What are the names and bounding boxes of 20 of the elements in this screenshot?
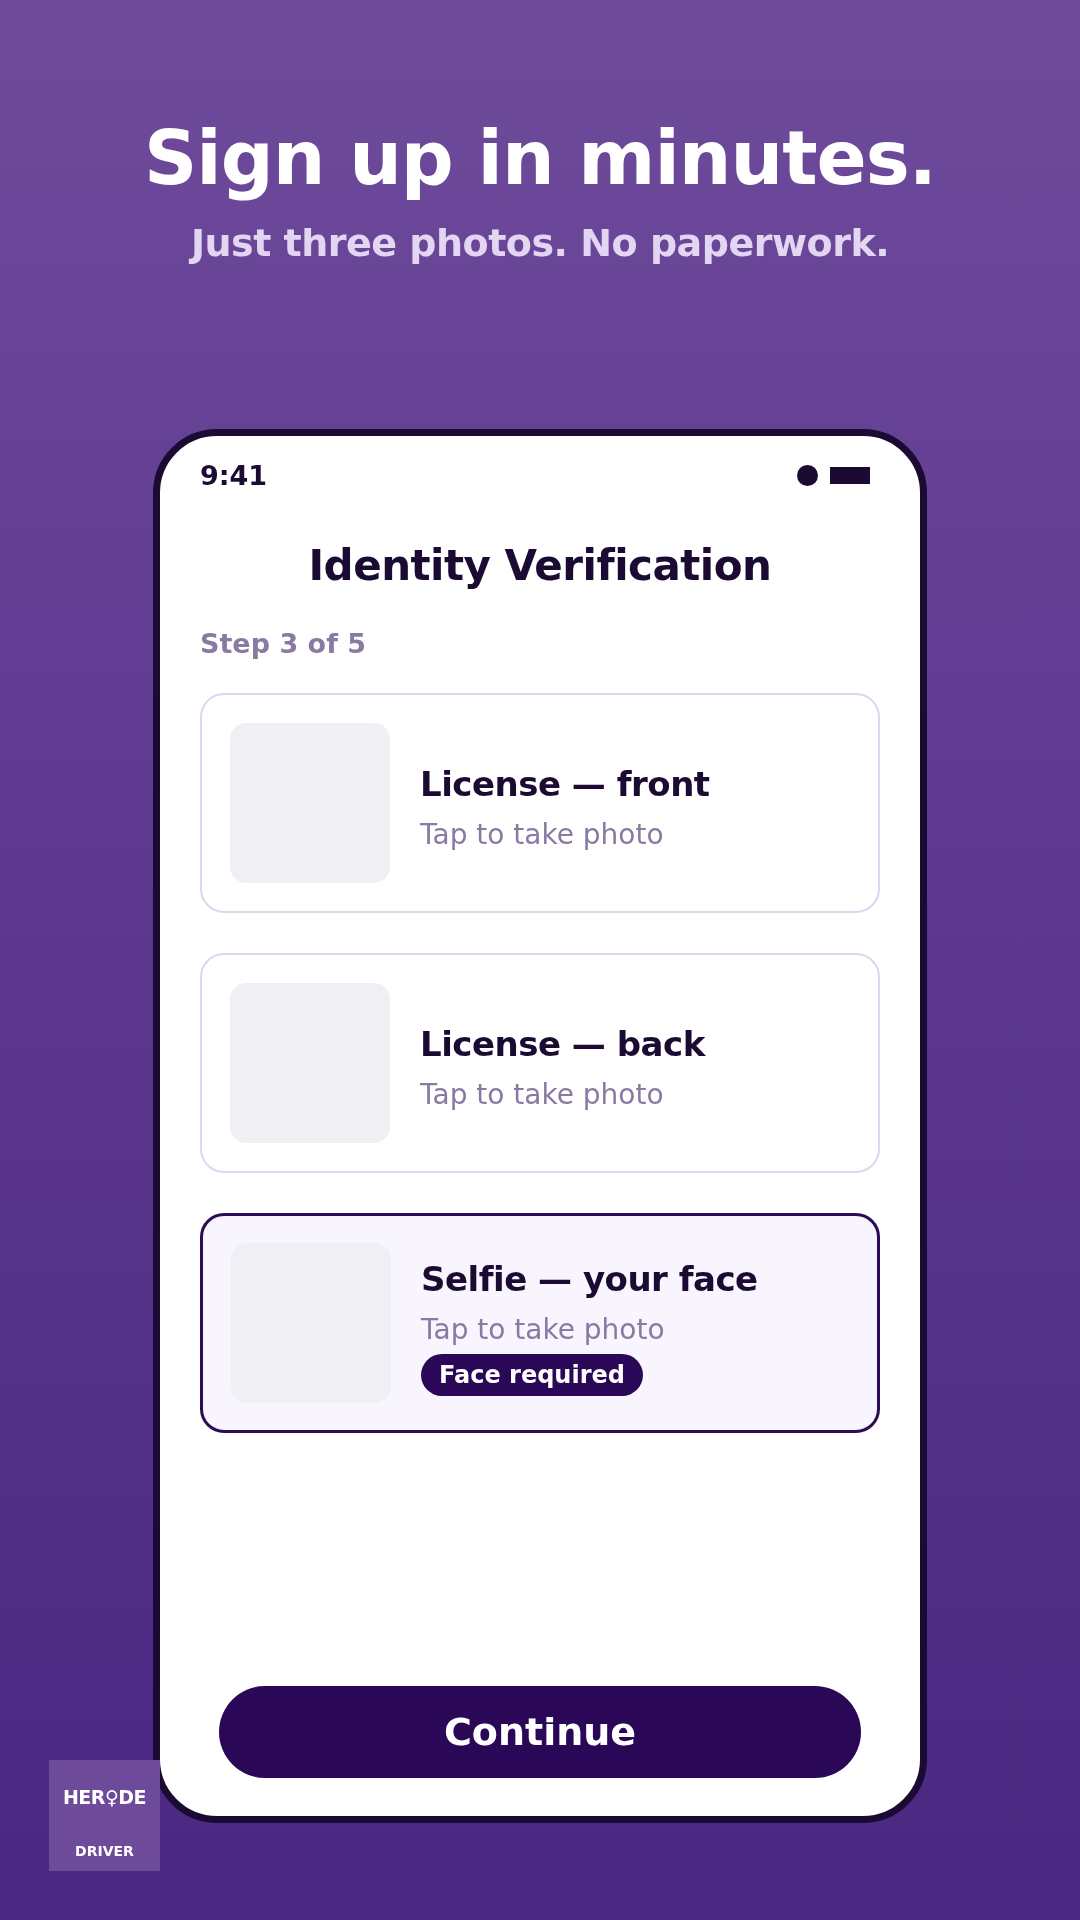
brand-caption: DRIVER	[75, 1843, 134, 1859]
card-title: License — front	[420, 763, 710, 804]
brand-logo: HER♀DE	[62, 1786, 147, 1808]
card-subtitle: Tap to take photo	[421, 1312, 665, 1346]
battery-icon	[830, 467, 870, 485]
subheadline: Just three photos. No paperwork.	[190, 221, 890, 266]
photo-card[interactable]: License — front Tap to take photo	[200, 693, 880, 914]
status-time: 9:41	[200, 460, 268, 492]
status-badge: Face required	[421, 1353, 643, 1396]
step-indicator: Step 3 of 5	[200, 628, 368, 660]
card-subtitle: Tap to take photo	[420, 1077, 664, 1111]
photo-card[interactable]: License — back Tap to take photo	[200, 953, 880, 1174]
screen-title: Identity Verification	[307, 541, 773, 591]
photo-card[interactable]: Selfie — your face Tap to take photo Face required	[200, 1213, 880, 1434]
headline: Sign up in minutes.	[144, 118, 936, 200]
continue-button[interactable]: Continue	[219, 1686, 861, 1779]
card-title: License — back	[420, 1023, 705, 1064]
card-subtitle: Tap to take photo	[420, 817, 664, 851]
card-title: Selfie — your face	[421, 1258, 758, 1299]
camera-dot-icon	[797, 465, 818, 487]
